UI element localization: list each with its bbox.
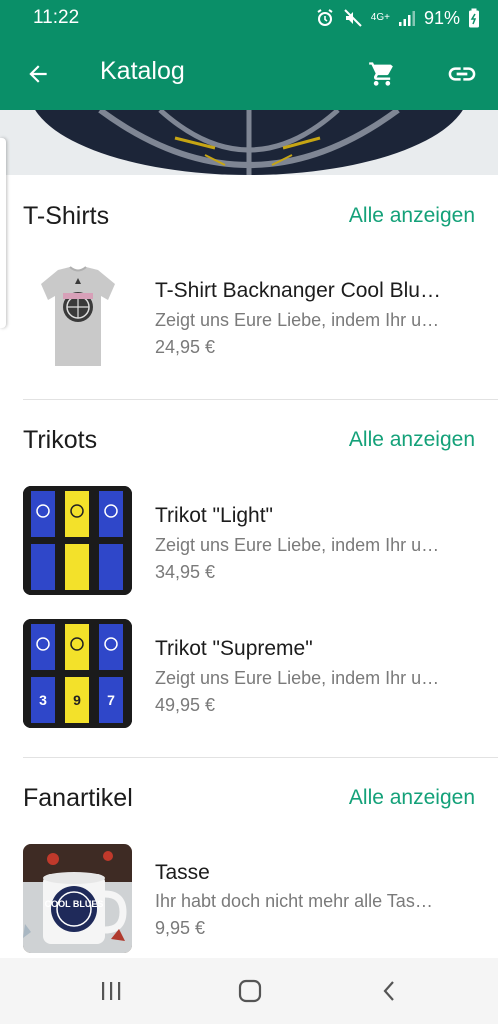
section-header-trikots: Trikots Alle anzeigen <box>0 423 498 463</box>
product-description: Zeigt uns Eure Liebe, indem Ihr u… <box>155 535 440 555</box>
signal-icon <box>398 11 415 26</box>
cart-icon <box>369 62 393 86</box>
status-bar: 11:22 4G+ 91% <box>0 0 498 36</box>
back-button[interactable] <box>22 58 54 90</box>
product-price: 49,95 € <box>155 695 216 715</box>
page-title: Katalog <box>100 57 185 85</box>
show-all-trikots-link[interactable]: Alle anzeigen <box>349 428 475 452</box>
chevron-left-icon <box>383 981 394 1001</box>
jersey-number: 7 <box>107 692 115 708</box>
alarm-icon <box>317 9 333 26</box>
cart-button[interactable] <box>366 58 398 90</box>
section-title: Fanartikel <box>23 784 133 812</box>
product-thumbnail <box>23 486 132 595</box>
product-name: Tasse <box>155 861 210 884</box>
status-icons: 4G+ 91% <box>315 8 480 29</box>
battery-percent: 91% <box>423 7 460 28</box>
catalog-list[interactable]: T-Shirts Alle anzeigen T-Shirt Backnange… <box>0 175 498 958</box>
product-description: Ihr habt doch nicht mehr alle Tas… <box>155 891 433 911</box>
section-divider <box>23 399 498 400</box>
product-name: Trikot "Light" <box>155 504 274 527</box>
back-nav-button[interactable] <box>375 976 405 1006</box>
product-price: 34,95 € <box>155 562 216 582</box>
section-title: Trikots <box>23 426 98 454</box>
product-description: Zeigt uns Eure Liebe, indem Ihr u… <box>155 310 440 330</box>
jersey-number: 9 <box>73 692 81 708</box>
product-thumbnail: COOL BLUES <box>23 844 132 953</box>
edge-panel-handle[interactable] <box>0 138 6 328</box>
product-item[interactable]: 3 9 7 Trikot "Supreme" Zeigt uns Eure Li… <box>0 619 498 731</box>
product-thumbnail: 3 9 7 <box>23 619 132 728</box>
show-all-fanartikel-link[interactable]: Alle anzeigen <box>349 786 475 810</box>
battery-icon <box>469 8 479 28</box>
system-navigation-bar <box>0 958 498 1024</box>
product-name: T-Shirt Backnanger Cool Blu… <box>155 279 441 302</box>
product-item[interactable]: T-Shirt Backnanger Cool Blu… Zeigt uns E… <box>0 262 498 374</box>
section-header-tshirts: T-Shirts Alle anzeigen <box>0 199 498 239</box>
show-all-tshirts-link[interactable]: Alle anzeigen <box>349 204 475 228</box>
status-time: 11:22 <box>33 7 80 28</box>
link-icon <box>448 67 476 81</box>
home-button[interactable] <box>235 976 265 1006</box>
mute-icon <box>344 9 362 27</box>
app-bar: Katalog <box>0 36 498 110</box>
catalog-banner-image <box>0 110 498 175</box>
product-price: 9,95 € <box>155 918 206 938</box>
section-title: T-Shirts <box>23 202 110 230</box>
section-divider <box>23 757 498 758</box>
product-item[interactable]: COOL BLUES Tasse Ihr habt doch nicht meh… <box>0 844 498 956</box>
arrow-back-icon <box>29 65 47 83</box>
product-item[interactable]: Trikot "Light" Zeigt uns Eure Liebe, ind… <box>0 486 498 598</box>
home-icon <box>238 979 262 1003</box>
share-link-button[interactable] <box>445 58 479 90</box>
product-name: Trikot "Supreme" <box>155 637 313 660</box>
product-description: Zeigt uns Eure Liebe, indem Ihr u… <box>155 668 440 688</box>
network-type: 4G+ <box>370 12 390 23</box>
section-header-fanartikel: Fanartikel Alle anzeigen <box>0 781 498 821</box>
recents-icon <box>102 982 121 1000</box>
product-thumbnail <box>23 262 132 371</box>
mug-text: COOL BLUES <box>45 899 104 909</box>
jersey-number: 3 <box>39 692 47 708</box>
recent-apps-button[interactable] <box>96 976 126 1006</box>
product-price: 24,95 € <box>155 337 216 357</box>
